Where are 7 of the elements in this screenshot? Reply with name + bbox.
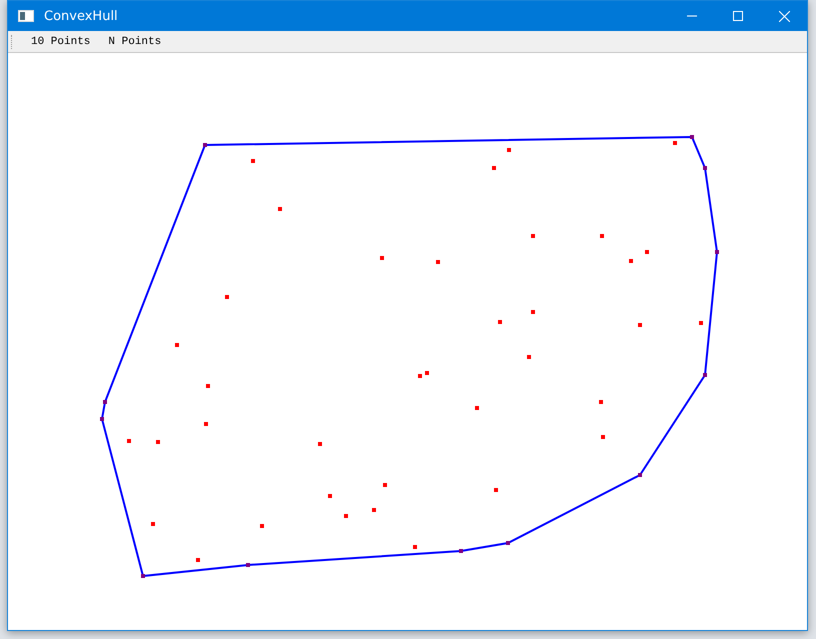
window-title: ConvexHull [44, 8, 119, 24]
toolbar-grip [11, 34, 14, 48]
app-icon [18, 10, 34, 22]
maximize-icon [733, 11, 743, 21]
close-icon [778, 10, 790, 22]
toolbar-button[interactable]: N Points [99, 32, 170, 52]
toolbar-button[interactable]: 10 Points [22, 32, 100, 52]
